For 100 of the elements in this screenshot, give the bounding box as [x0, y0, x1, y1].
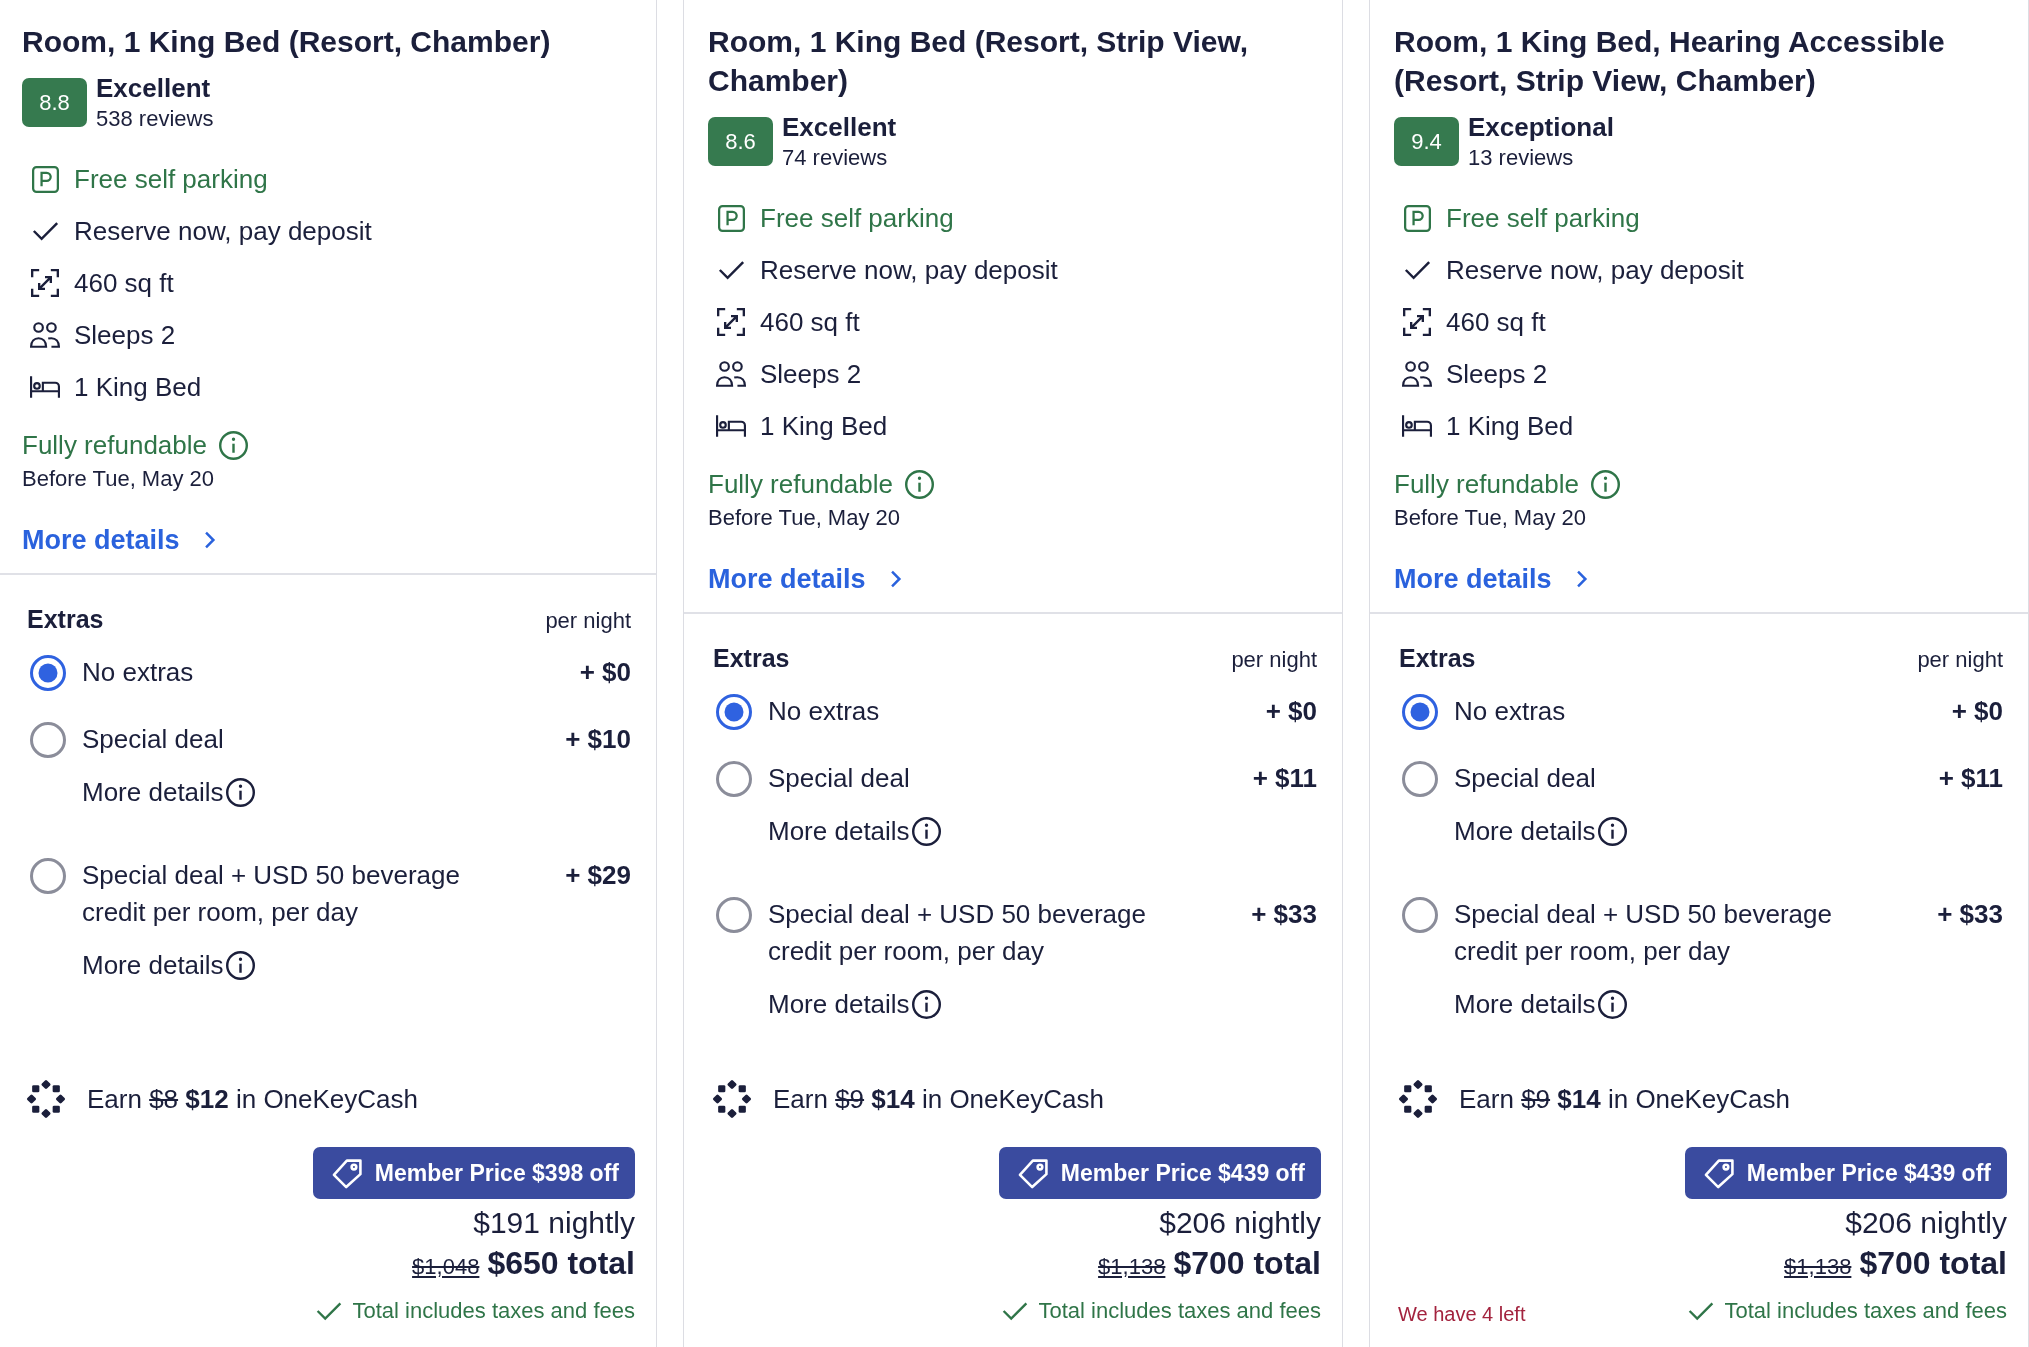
review-count: 13 reviews	[1468, 144, 1574, 172]
more-details-link[interactable]: More details	[1394, 561, 1588, 597]
parking-icon	[1403, 204, 1431, 232]
info-icon	[1597, 816, 1627, 846]
amenity-text: 460 sq ft	[74, 267, 174, 299]
amenity-text: Reserve now, pay deposit	[760, 254, 1058, 286]
chevron-right-icon	[1575, 570, 1588, 588]
checkmark-icon	[717, 260, 745, 280]
rating-label: Excellent	[96, 73, 211, 103]
tax-note: Total includes taxes and fees	[1038, 1297, 1321, 1325]
per-night-label: per night	[545, 607, 631, 635]
original-total: $1,138	[1784, 1253, 1852, 1281]
option-label: Special deal + USD 50 beverage credit per room, per day	[82, 859, 461, 929]
refund-label: Fully refundable	[22, 429, 207, 462]
nightly-price: $191 nightly	[473, 1205, 635, 1241]
review-count: 74 reviews	[782, 144, 888, 172]
checkmark-icon	[316, 1301, 343, 1321]
amenity-text: 460 sq ft	[760, 306, 860, 338]
rating-label: Exceptional	[1468, 112, 1614, 142]
member-price-text: Member Price $398 off	[374, 1159, 619, 1187]
option-label: No extras	[768, 695, 880, 728]
nightly-price: $206 nightly	[1845, 1205, 2007, 1241]
tag-icon	[331, 1157, 363, 1189]
radio-button[interactable]	[1402, 693, 1438, 730]
radio-button[interactable]	[30, 654, 66, 691]
rating-badge: 9.4	[1394, 117, 1459, 166]
reward-text: Earn $9 $14 in OneKeyCash	[1459, 1083, 1791, 1116]
info-icon	[911, 989, 941, 1019]
amenity-text: Free self parking	[760, 202, 954, 234]
info-icon	[225, 777, 255, 807]
original-total: $1,138	[1098, 1253, 1166, 1281]
people-icon	[716, 361, 746, 387]
bed-icon	[1402, 415, 1432, 437]
option-price: + $0	[579, 656, 631, 689]
reward-text: Earn $8 $12 in OneKeyCash	[87, 1083, 419, 1116]
total-price: $700 total	[1859, 1244, 2007, 1283]
option-label: Special deal	[82, 723, 224, 756]
amenity-text: 1 King Bed	[1446, 410, 1574, 442]
total-price: $650 total	[487, 1244, 635, 1283]
info-icon	[911, 816, 941, 846]
more-details-link[interactable]: More details	[768, 987, 941, 1021]
tax-note: Total includes taxes and fees	[1724, 1297, 2007, 1325]
expand-arrows-icon	[31, 269, 59, 297]
total-price: $700 total	[1173, 1244, 1321, 1283]
review-count: 538 reviews	[96, 105, 214, 133]
option-price: + $10	[565, 723, 631, 756]
tax-note: Total includes taxes and fees	[352, 1297, 635, 1325]
tag-icon	[1017, 1157, 1049, 1189]
refund-deadline: Before Tue, May 20	[1394, 504, 1586, 532]
more-details-link[interactable]: More details	[768, 814, 941, 848]
more-details-link[interactable]: More details	[82, 775, 255, 809]
bed-icon	[30, 376, 60, 398]
radio-button[interactable]	[1402, 760, 1438, 797]
option-label: Special deal + USD 50 beverage credit per room, per day	[1454, 898, 1833, 968]
dots-ring-icon	[1398, 1079, 1438, 1119]
dots-ring-icon	[26, 1079, 66, 1119]
extras-heading: Extras	[713, 643, 790, 674]
rating-badge: 8.8	[22, 78, 87, 127]
chevron-right-icon	[203, 531, 216, 549]
more-details-link[interactable]: More details	[1454, 987, 1627, 1021]
option-label: Special deal	[768, 762, 910, 795]
option-label: No extras	[1454, 695, 1566, 728]
refund-label: Fully refundable	[708, 468, 893, 501]
option-price: + $11	[1938, 762, 2003, 795]
info-icon[interactable]	[219, 430, 248, 460]
more-details-link[interactable]: More details	[708, 561, 902, 597]
radio-button[interactable]	[716, 760, 752, 797]
option-price: + $33	[1251, 898, 1317, 931]
people-icon	[30, 322, 60, 348]
info-icon	[1597, 989, 1627, 1019]
info-icon	[225, 950, 255, 980]
amenity-text: Reserve now, pay deposit	[1446, 254, 1744, 286]
radio-button[interactable]	[1402, 896, 1438, 933]
amenity-text: 1 King Bed	[760, 410, 888, 442]
room-title: Room, 1 King Bed, Hearing Accessible (Resort, Strip View, Chamber)	[1394, 24, 1946, 99]
expand-arrows-icon	[717, 308, 745, 336]
refund-label: Fully refundable	[1394, 468, 1579, 501]
radio-button[interactable]	[30, 721, 66, 758]
more-details-link[interactable]: More details	[1454, 814, 1627, 848]
amenity-text: Sleeps 2	[760, 358, 862, 390]
radio-button[interactable]	[716, 693, 752, 730]
amenity-text: 460 sq ft	[1446, 306, 1546, 338]
extras-heading: Extras	[1399, 643, 1476, 674]
per-night-label: per night	[1917, 646, 2003, 674]
checkmark-icon	[1688, 1301, 1715, 1321]
per-night-label: per night	[1231, 646, 1317, 674]
info-icon[interactable]	[905, 469, 934, 499]
more-details-link[interactable]: More details	[82, 948, 255, 982]
member-price-text: Member Price $439 off	[1746, 1159, 1991, 1187]
amenity-text: Sleeps 2	[1446, 358, 1548, 390]
member-price-text: Member Price $439 off	[1060, 1159, 1305, 1187]
radio-button[interactable]	[716, 896, 752, 933]
checkmark-icon	[31, 221, 59, 241]
checkmark-icon	[1403, 260, 1431, 280]
more-details-link[interactable]: More details	[22, 522, 216, 558]
tag-icon	[1703, 1157, 1735, 1189]
option-price: + $0	[1951, 695, 2003, 728]
info-icon[interactable]	[1591, 469, 1620, 499]
parking-icon	[717, 204, 745, 232]
radio-button[interactable]	[30, 857, 66, 894]
